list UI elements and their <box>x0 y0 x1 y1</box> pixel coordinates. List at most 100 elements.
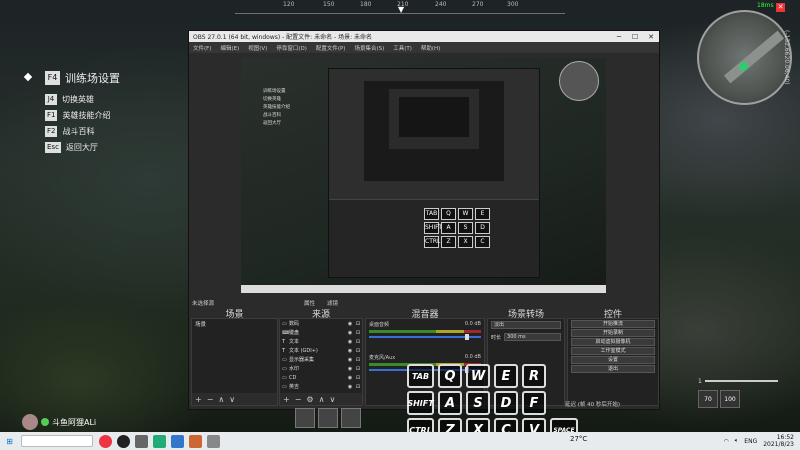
add-icon[interactable]: + <box>195 395 202 404</box>
chrome-icon[interactable] <box>99 434 112 448</box>
source-item[interactable]: ⌨ 键盘 ◉ ⊡ <box>280 328 362 337</box>
menu-tools[interactable]: 工具(T) <box>393 44 412 52</box>
start-recording-button[interactable]: 开始录制 <box>571 329 655 337</box>
key-r: R <box>522 364 546 388</box>
game-icon[interactable] <box>135 434 148 448</box>
add-icon[interactable]: + <box>283 395 290 404</box>
gear-icon[interactable]: ⚙ <box>306 395 313 404</box>
eye-icon[interactable]: ◉ <box>346 384 354 390</box>
source-item[interactable]: ▭ 数码 ◉ ⊡ <box>280 319 362 328</box>
clock[interactable]: 16:52 2021/8/23 <box>763 434 794 448</box>
source-item[interactable]: T 文本 (GDI+) ◉ ⊡ <box>280 346 362 355</box>
menu-item-hero-skills[interactable]: F1 英雄技能介绍 <box>45 110 120 121</box>
obs-icon[interactable] <box>117 434 130 448</box>
menu-item-return-lobby[interactable]: Esc 返回大厅 <box>45 142 120 153</box>
exit-button[interactable]: 退出 <box>571 365 655 373</box>
minimap-road <box>723 30 785 84</box>
windows-taskbar: ⊞ 27°C ◠ 🔈︎ ENG 16:52 2021/8/23 <box>0 432 800 450</box>
compass-tick: 120 <box>283 1 295 8</box>
compass-tick: 240 <box>435 1 447 8</box>
windows-start-icon[interactable]: ⊞ <box>3 435 16 448</box>
close-window-icon[interactable]: ✕ <box>643 33 659 41</box>
lock-icon[interactable]: ⊡ <box>354 375 362 381</box>
start-streaming-button[interactable]: 开始推流 <box>571 320 655 328</box>
menu-scene-collection[interactable]: 场景集合(S) <box>354 44 384 52</box>
menu-item-switch-hero[interactable]: J4 切换英雄 <box>45 94 120 105</box>
eye-icon[interactable]: ◉ <box>346 339 354 345</box>
minimize-icon[interactable]: ─ <box>611 33 627 41</box>
duration-input[interactable]: 300 ms <box>504 333 561 341</box>
menu-profile[interactable]: 配置文件(P) <box>316 44 346 52</box>
studio-mode-button[interactable]: 工作室模式 <box>571 347 655 355</box>
source-label: 文本 <box>289 339 300 345</box>
lock-icon[interactable]: ⊡ <box>354 366 362 372</box>
app-icon[interactable] <box>207 434 220 448</box>
minimap[interactable] <box>697 10 792 105</box>
eye-icon[interactable]: ◉ <box>346 375 354 381</box>
transition-select[interactable]: 淡出 <box>491 321 561 329</box>
preview-key: D <box>475 222 490 234</box>
close-icon[interactable]: ✕ <box>776 3 785 12</box>
key-d: D <box>494 391 518 415</box>
move-up-icon[interactable]: ∧ <box>218 395 224 404</box>
settings-button[interactable]: 设置 <box>571 356 655 364</box>
eye-icon[interactable]: ◉ <box>346 348 354 354</box>
hotkey-badge: Esc <box>45 142 61 153</box>
menu-file[interactable]: 文件(F) <box>193 44 211 52</box>
ping-indicator: 18ms <box>757 2 774 9</box>
app-icon[interactable] <box>171 434 184 448</box>
properties-button[interactable]: 属性 <box>304 299 315 307</box>
lock-icon[interactable]: ⊡ <box>354 321 362 327</box>
obs-titlebar[interactable]: OBS 27.0.1 (64 bit, windows) - 配置文件: 未命名… <box>189 31 659 42</box>
menu-view[interactable]: 视图(V) <box>248 44 267 52</box>
level-number: 1 <box>698 377 702 385</box>
eye-icon[interactable]: ◉ <box>346 366 354 372</box>
preview-key: CTRL <box>424 236 440 248</box>
obs-menubar: 文件(F) 编辑(E) 视图(V) 停靠窗口(D) 配置文件(P) 场景集合(S… <box>189 42 659 53</box>
compass-bar: 120 150 180 210 240 270 300 ▼ <box>235 0 565 20</box>
obs-window[interactable]: OBS 27.0.1 (64 bit, windows) - 配置文件: 未命名… <box>188 30 660 410</box>
key-tab: TAB <box>407 364 434 388</box>
remove-icon[interactable]: − <box>207 395 214 404</box>
menu-docks[interactable]: 停靠窗口(D) <box>276 44 307 52</box>
weather-widget[interactable]: 27°C <box>570 435 587 443</box>
lock-icon[interactable]: ⊡ <box>354 348 362 354</box>
source-item[interactable]: ▭ 显示器采集 ◉ ⊡ <box>280 355 362 364</box>
remove-icon[interactable]: − <box>295 395 302 404</box>
lock-icon[interactable]: ⊡ <box>354 384 362 390</box>
lock-icon[interactable]: ⊡ <box>354 330 362 336</box>
filters-button[interactable]: 滤镜 <box>327 299 338 307</box>
move-up-icon[interactable]: ∧ <box>319 395 325 404</box>
lock-icon[interactable]: ⊡ <box>354 357 362 363</box>
maximize-icon[interactable]: ☐ <box>627 33 643 41</box>
volume-icon[interactable]: 🔈︎ <box>735 437 739 445</box>
wifi-icon[interactable]: ◠ <box>723 438 728 445</box>
hotkey-badge: F4 <box>45 71 60 85</box>
scene-item[interactable]: 场景 <box>192 319 277 329</box>
menu-item-training-settings[interactable]: F4 训练场设置 <box>23 70 120 86</box>
hotkey-badge: F2 <box>45 126 58 137</box>
volume-meter <box>369 330 481 333</box>
menu-edit[interactable]: 编辑(E) <box>220 44 239 52</box>
language-indicator[interactable]: ENG <box>744 438 757 445</box>
lock-icon[interactable]: ⊡ <box>354 339 362 345</box>
source-item[interactable]: ▭ 水印 ◉ ⊡ <box>280 364 362 373</box>
menu-help[interactable]: 帮助(H) <box>421 44 440 52</box>
move-down-icon[interactable]: ∨ <box>329 395 335 404</box>
source-item[interactable]: ▭ 英吉 ◉ ⊡ <box>280 382 362 391</box>
nested-preview <box>364 81 504 181</box>
volume-slider[interactable] <box>369 334 481 340</box>
eye-icon[interactable]: ◉ <box>346 357 354 363</box>
menu-item-combat-wiki[interactable]: F2 战斗百科 <box>45 126 120 137</box>
search-box[interactable] <box>21 435 93 447</box>
streamer-name: 斗鱼阿狸ALi <box>52 417 97 427</box>
source-item[interactable]: ▭ CD ◉ ⊡ <box>280 373 362 382</box>
obs-preview[interactable]: 训练场设置 切换英雄 英雄技能介绍 战斗百科 返回大厅 TAB Q W E SH… <box>241 58 606 293</box>
virtual-camera-button[interactable]: 启动虚拟摄像机 <box>571 338 655 346</box>
eye-icon[interactable]: ◉ <box>346 330 354 336</box>
move-down-icon[interactable]: ∨ <box>229 395 235 404</box>
eye-icon[interactable]: ◉ <box>346 321 354 327</box>
app-icon[interactable] <box>153 434 166 448</box>
app-icon[interactable] <box>189 434 202 448</box>
source-item[interactable]: T 文本 ◉ ⊡ <box>280 337 362 346</box>
